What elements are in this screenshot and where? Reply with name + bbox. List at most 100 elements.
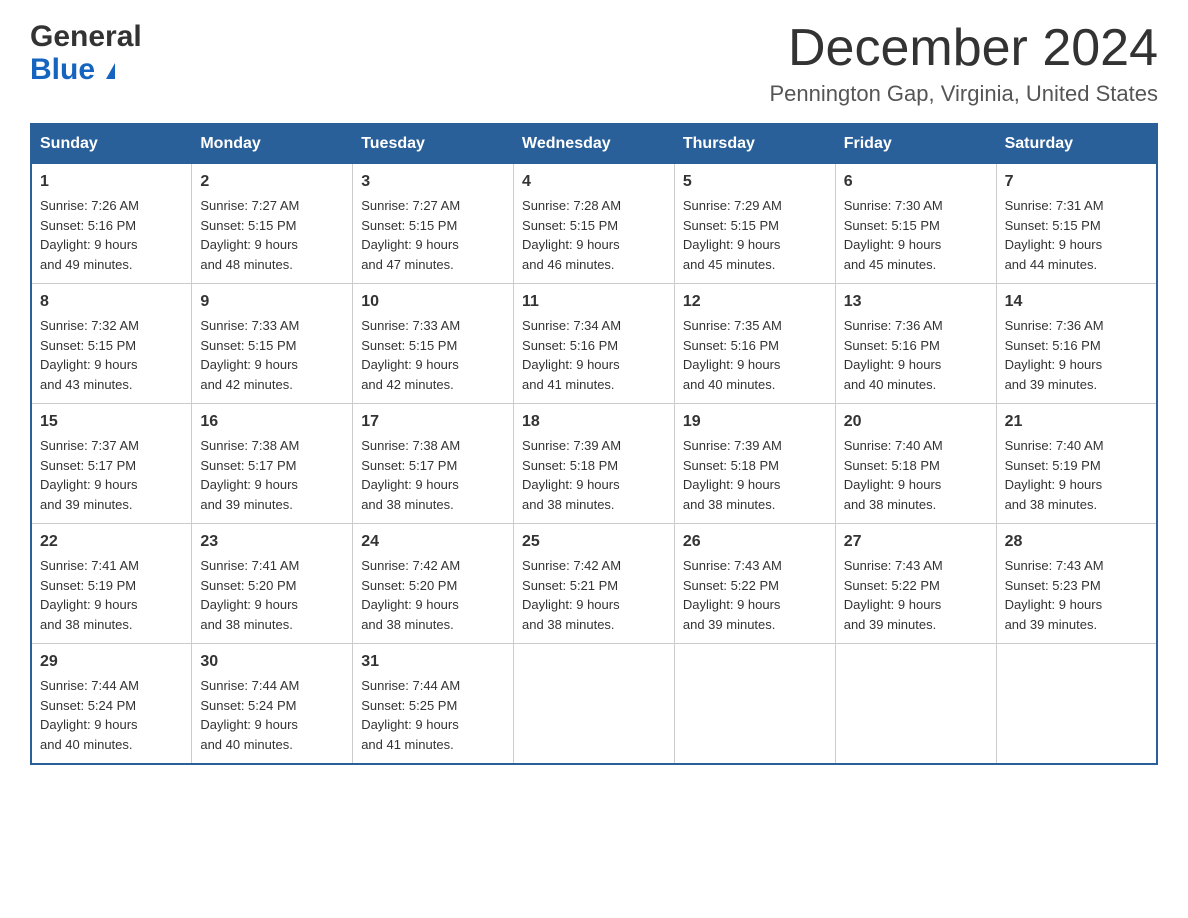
day-number: 31 <box>361 650 505 674</box>
calendar-day-empty <box>996 644 1157 764</box>
sunset-text: Sunset: 5:17 PM <box>200 456 344 476</box>
sunset-text: Sunset: 5:15 PM <box>844 216 988 236</box>
sunrise-text: Sunrise: 7:35 AM <box>683 316 827 336</box>
sunset-text: Sunset: 5:17 PM <box>40 456 183 476</box>
sunset-text: Sunset: 5:18 PM <box>683 456 827 476</box>
daylight-text: Daylight: 9 hours <box>40 715 183 735</box>
daylight-text: Daylight: 9 hours <box>200 595 344 615</box>
calendar-day-9: 9Sunrise: 7:33 AMSunset: 5:15 PMDaylight… <box>192 284 353 404</box>
daylight-text: Daylight: 9 hours <box>40 475 183 495</box>
daylight-text-2: and 38 minutes. <box>361 615 505 635</box>
sunset-text: Sunset: 5:18 PM <box>522 456 666 476</box>
sunrise-text: Sunrise: 7:44 AM <box>361 676 505 696</box>
day-number: 14 <box>1005 290 1148 314</box>
daylight-text: Daylight: 9 hours <box>844 475 988 495</box>
day-header-tuesday: Tuesday <box>353 124 514 164</box>
daylight-text: Daylight: 9 hours <box>1005 235 1148 255</box>
day-number: 28 <box>1005 530 1148 554</box>
day-header-saturday: Saturday <box>996 124 1157 164</box>
daylight-text: Daylight: 9 hours <box>361 475 505 495</box>
day-number: 11 <box>522 290 666 314</box>
calendar-day-8: 8Sunrise: 7:32 AMSunset: 5:15 PMDaylight… <box>31 284 192 404</box>
calendar-day-3: 3Sunrise: 7:27 AMSunset: 5:15 PMDaylight… <box>353 164 514 284</box>
daylight-text-2: and 49 minutes. <box>40 255 183 275</box>
day-header-sunday: Sunday <box>31 124 192 164</box>
daylight-text: Daylight: 9 hours <box>361 595 505 615</box>
calendar-day-17: 17Sunrise: 7:38 AMSunset: 5:17 PMDayligh… <box>353 404 514 524</box>
sunset-text: Sunset: 5:15 PM <box>361 336 505 356</box>
logo-triangle-icon <box>106 63 115 79</box>
calendar-day-25: 25Sunrise: 7:42 AMSunset: 5:21 PMDayligh… <box>514 524 675 644</box>
sunrise-text: Sunrise: 7:41 AM <box>40 556 183 576</box>
daylight-text-2: and 40 minutes. <box>200 735 344 755</box>
calendar-day-4: 4Sunrise: 7:28 AMSunset: 5:15 PMDaylight… <box>514 164 675 284</box>
sunrise-text: Sunrise: 7:42 AM <box>522 556 666 576</box>
calendar-day-23: 23Sunrise: 7:41 AMSunset: 5:20 PMDayligh… <box>192 524 353 644</box>
calendar-week-row: 8Sunrise: 7:32 AMSunset: 5:15 PMDaylight… <box>31 284 1157 404</box>
daylight-text: Daylight: 9 hours <box>1005 355 1148 375</box>
day-header-thursday: Thursday <box>674 124 835 164</box>
calendar-day-29: 29Sunrise: 7:44 AMSunset: 5:24 PMDayligh… <box>31 644 192 764</box>
daylight-text-2: and 44 minutes. <box>1005 255 1148 275</box>
sunrise-text: Sunrise: 7:39 AM <box>683 436 827 456</box>
sunrise-text: Sunrise: 7:44 AM <box>40 676 183 696</box>
daylight-text: Daylight: 9 hours <box>200 355 344 375</box>
calendar-day-empty <box>674 644 835 764</box>
day-header-wednesday: Wednesday <box>514 124 675 164</box>
calendar-day-26: 26Sunrise: 7:43 AMSunset: 5:22 PMDayligh… <box>674 524 835 644</box>
daylight-text-2: and 43 minutes. <box>40 375 183 395</box>
daylight-text-2: and 38 minutes. <box>361 495 505 515</box>
daylight-text-2: and 39 minutes. <box>200 495 344 515</box>
daylight-text-2: and 38 minutes. <box>522 495 666 515</box>
sunrise-text: Sunrise: 7:27 AM <box>200 196 344 216</box>
calendar-day-7: 7Sunrise: 7:31 AMSunset: 5:15 PMDaylight… <box>996 164 1157 284</box>
daylight-text: Daylight: 9 hours <box>522 475 666 495</box>
daylight-text: Daylight: 9 hours <box>200 475 344 495</box>
day-header-monday: Monday <box>192 124 353 164</box>
sunrise-text: Sunrise: 7:37 AM <box>40 436 183 456</box>
daylight-text: Daylight: 9 hours <box>683 235 827 255</box>
day-number: 20 <box>844 410 988 434</box>
day-number: 23 <box>200 530 344 554</box>
sunrise-text: Sunrise: 7:33 AM <box>361 316 505 336</box>
calendar-week-row: 29Sunrise: 7:44 AMSunset: 5:24 PMDayligh… <box>31 644 1157 764</box>
daylight-text-2: and 45 minutes. <box>683 255 827 275</box>
sunset-text: Sunset: 5:23 PM <box>1005 576 1148 596</box>
day-number: 29 <box>40 650 183 674</box>
daylight-text: Daylight: 9 hours <box>200 715 344 735</box>
calendar-day-18: 18Sunrise: 7:39 AMSunset: 5:18 PMDayligh… <box>514 404 675 524</box>
sunset-text: Sunset: 5:22 PM <box>683 576 827 596</box>
sunset-text: Sunset: 5:15 PM <box>40 336 183 356</box>
calendar-day-31: 31Sunrise: 7:44 AMSunset: 5:25 PMDayligh… <box>353 644 514 764</box>
sunset-text: Sunset: 5:18 PM <box>844 456 988 476</box>
daylight-text: Daylight: 9 hours <box>683 595 827 615</box>
sunset-text: Sunset: 5:16 PM <box>844 336 988 356</box>
sunset-text: Sunset: 5:24 PM <box>200 696 344 716</box>
sunrise-text: Sunrise: 7:31 AM <box>1005 196 1148 216</box>
daylight-text-2: and 38 minutes. <box>683 495 827 515</box>
calendar-day-2: 2Sunrise: 7:27 AMSunset: 5:15 PMDaylight… <box>192 164 353 284</box>
daylight-text-2: and 39 minutes. <box>844 615 988 635</box>
daylight-text-2: and 42 minutes. <box>361 375 505 395</box>
sunrise-text: Sunrise: 7:40 AM <box>1005 436 1148 456</box>
daylight-text: Daylight: 9 hours <box>844 595 988 615</box>
sunset-text: Sunset: 5:15 PM <box>683 216 827 236</box>
day-number: 3 <box>361 170 505 194</box>
daylight-text-2: and 42 minutes. <box>200 375 344 395</box>
daylight-text: Daylight: 9 hours <box>361 715 505 735</box>
daylight-text: Daylight: 9 hours <box>683 355 827 375</box>
sunset-text: Sunset: 5:20 PM <box>361 576 505 596</box>
calendar-day-15: 15Sunrise: 7:37 AMSunset: 5:17 PMDayligh… <box>31 404 192 524</box>
daylight-text: Daylight: 9 hours <box>361 235 505 255</box>
daylight-text: Daylight: 9 hours <box>1005 475 1148 495</box>
daylight-text: Daylight: 9 hours <box>683 475 827 495</box>
sunrise-text: Sunrise: 7:36 AM <box>1005 316 1148 336</box>
calendar-table: SundayMondayTuesdayWednesdayThursdayFrid… <box>30 123 1158 765</box>
sunset-text: Sunset: 5:15 PM <box>200 216 344 236</box>
day-number: 17 <box>361 410 505 434</box>
calendar-day-24: 24Sunrise: 7:42 AMSunset: 5:20 PMDayligh… <box>353 524 514 644</box>
sunset-text: Sunset: 5:16 PM <box>522 336 666 356</box>
day-header-friday: Friday <box>835 124 996 164</box>
daylight-text: Daylight: 9 hours <box>40 595 183 615</box>
calendar-day-14: 14Sunrise: 7:36 AMSunset: 5:16 PMDayligh… <box>996 284 1157 404</box>
